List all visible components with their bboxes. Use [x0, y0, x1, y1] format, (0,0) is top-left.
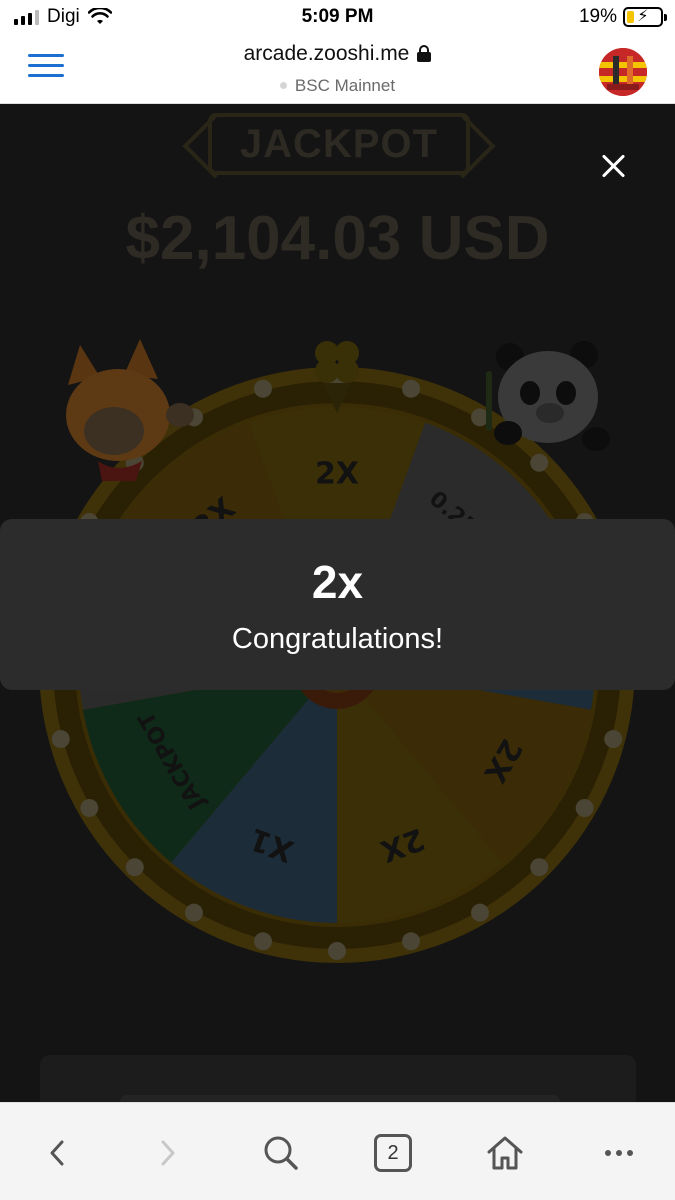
rim-bulb [51, 730, 70, 749]
browser-header: arcade.zooshi.me BSC Mainnet [0, 36, 675, 104]
rim-bulb [402, 379, 421, 398]
win-multiplier: 2x [311, 556, 364, 608]
lock-icon [417, 45, 432, 62]
status-right: 19% ⚡ [578, 6, 667, 28]
network-status-dot [279, 82, 287, 89]
win-message: Congratulations! [231, 623, 444, 655]
network-indicator[interactable]: BSC Mainnet [0, 76, 675, 96]
tab-count: 2 [374, 1134, 412, 1172]
battery-percent: 19% [578, 6, 617, 27]
home-icon[interactable] [480, 1131, 530, 1175]
rim-bulb [471, 903, 489, 922]
network-label: BSC Mainnet [294, 76, 396, 95]
page: Digi 5:09 PM 19% ⚡ arcade.zooshi.me BSC … [0, 0, 675, 1200]
rim-bulb [530, 453, 549, 472]
more-icon[interactable] [594, 1131, 644, 1175]
rim-bulb [253, 379, 272, 398]
rim-bulb [253, 932, 272, 951]
browser-toolbar: 2 [0, 1102, 675, 1200]
rim-bulb [125, 858, 144, 877]
panda-mascot [486, 341, 610, 451]
url-bar[interactable]: arcade.zooshi.me [0, 42, 675, 66]
rim-bulb [575, 799, 594, 817]
rim-bulb [402, 932, 421, 951]
rim-bulb [328, 942, 346, 960]
rim-bulb [185, 903, 203, 922]
status-bar: Digi 5:09 PM 19% ⚡ [0, 0, 675, 36]
account-avatar[interactable] [599, 48, 647, 96]
tabs-button[interactable]: 2 [368, 1131, 418, 1175]
info-panel [40, 1055, 636, 1102]
clock: 5:09 PM [301, 6, 374, 27]
rim-bulb [80, 799, 99, 817]
chevron-right-icon[interactable] [143, 1131, 193, 1175]
win-toast: 2x Congratulations! [0, 519, 675, 690]
rim-bulb [530, 858, 549, 877]
url-text: arcade.zooshi.me [243, 42, 410, 65]
wheel-segment-label: 2X [315, 457, 359, 492]
chevron-left-icon[interactable] [32, 1131, 82, 1175]
battery-icon: ⚡ [623, 7, 667, 27]
search-icon[interactable] [256, 1131, 306, 1175]
rim-bulb [604, 730, 623, 749]
